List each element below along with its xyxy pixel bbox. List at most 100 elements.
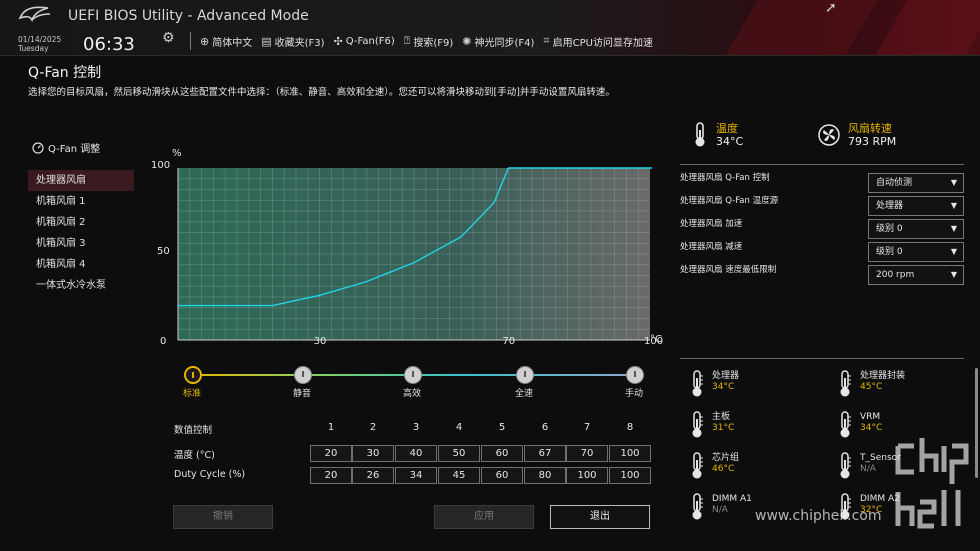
favorites-button[interactable]: ▤ 收藏夹(F3) xyxy=(261,33,324,49)
resizable-bar-button[interactable]: ⌗ 启用CPU访问显存加速 xyxy=(543,33,653,49)
duty-input[interactable]: 100 xyxy=(566,467,608,484)
sensor-name: DIMM A1 xyxy=(712,494,752,504)
setting-dropdown[interactable]: 级别 0 ▼ xyxy=(868,219,964,239)
column-header: 1 xyxy=(327,422,335,433)
qfan-button[interactable]: ✣ Q-Fan(F6) xyxy=(334,33,395,49)
thermometer-icon xyxy=(692,411,703,438)
divider xyxy=(190,32,191,50)
sensor-value: 46°C xyxy=(712,464,735,474)
sensor-value: N/A xyxy=(712,505,728,515)
temperature-value: 34°C xyxy=(716,135,744,148)
temp-row-label: 温度 (°C) xyxy=(174,450,215,461)
setting-label: 处理器风扇 减速 xyxy=(680,242,743,252)
thermometer-icon xyxy=(692,493,703,520)
preset-knob[interactable] xyxy=(184,366,202,384)
fan-curve-svg[interactable] xyxy=(150,148,670,358)
header-decoration xyxy=(866,0,980,55)
thermometer-icon xyxy=(695,122,705,147)
y-tick-label: 50 xyxy=(157,246,170,257)
temp-input[interactable]: 40 xyxy=(395,445,437,462)
duty-input[interactable]: 60 xyxy=(481,467,523,484)
temp-input[interactable]: 60 xyxy=(481,445,523,462)
table-header-label: 数值控制 xyxy=(174,425,213,436)
temp-input[interactable]: 100 xyxy=(609,445,651,462)
menu-label: 搜索(F9) xyxy=(413,37,454,49)
page-description: 选择您的目标风扇，然后移动滑块从这些配置文件中选择：（标准、静音、高效和全速）。… xyxy=(28,87,615,98)
chevron-down-icon: ▼ xyxy=(950,201,957,210)
duty-input[interactable]: 34 xyxy=(395,467,437,484)
preset-slider[interactable]: 标准 静音 高效 全速 手动 xyxy=(178,364,648,399)
exit-button[interactable]: 退出 xyxy=(550,505,650,529)
x-tick-label: 100 xyxy=(644,336,664,347)
menu-label: 收藏夹(F3) xyxy=(274,37,325,49)
preset-label[interactable]: 手动 xyxy=(625,386,643,399)
sensor-name: VRM xyxy=(860,412,881,422)
duty-input[interactable]: 26 xyxy=(352,467,394,484)
divider xyxy=(680,164,964,165)
top-bar: UEFI BIOS Utility - Advanced Mode 01/14/… xyxy=(0,0,980,56)
duty-input[interactable]: 20 xyxy=(310,467,352,484)
sensor-value: 31°C xyxy=(712,423,735,433)
undo-button[interactable]: 撤销 xyxy=(173,505,273,529)
aura-sync-button[interactable]: ✺ 神光同步(F4) xyxy=(462,33,534,49)
fan-item-aio-pump[interactable]: 一体式水冷水泵 xyxy=(28,275,134,296)
duty-input[interactable]: 100 xyxy=(609,467,651,484)
sensor-scrollbar[interactable] xyxy=(975,368,978,478)
setting-label: 处理器风扇 速度最低限制 xyxy=(680,265,777,275)
setting-dropdown[interactable]: 200 rpm ▼ xyxy=(868,265,964,285)
duty-input[interactable]: 80 xyxy=(524,467,566,484)
setting-dropdown[interactable]: 处理器 ▼ xyxy=(868,196,964,216)
watermark-text: www.chiphell.com xyxy=(755,508,882,524)
fan-item-chassis-2[interactable]: 机箱风扇 2 xyxy=(28,212,134,233)
column-header: 8 xyxy=(626,422,634,433)
search-button[interactable]: ⍰ 搜索(F9) xyxy=(404,33,454,49)
sensor-item: 主板 31°C xyxy=(690,411,734,439)
sensor-name: 芯片组 xyxy=(712,453,740,463)
temp-input[interactable]: 70 xyxy=(566,445,608,462)
fan-item-chassis-3[interactable]: 机箱风扇 3 xyxy=(28,233,134,254)
thermometer-icon xyxy=(692,452,703,479)
column-header: 2 xyxy=(369,422,377,433)
aura-icon: ✺ xyxy=(462,34,472,48)
temp-input[interactable]: 67 xyxy=(524,445,566,462)
temp-input[interactable]: 20 xyxy=(310,445,352,462)
y-axis-label: % xyxy=(172,148,182,159)
preset-knob[interactable] xyxy=(294,366,312,384)
preset-label[interactable]: 标准 xyxy=(183,386,201,399)
temp-input[interactable]: 50 xyxy=(438,445,480,462)
setting-dropdown[interactable]: 自动侦测 ▼ xyxy=(868,173,964,193)
sensor-name: 处理器 xyxy=(712,371,740,381)
preset-knob[interactable] xyxy=(626,366,644,384)
sensor-name: 处理器封装 xyxy=(860,371,906,381)
sensor-name: 主板 xyxy=(712,412,731,422)
apply-button[interactable]: 应用 xyxy=(434,505,534,529)
chevron-down-icon: ▼ xyxy=(950,224,957,233)
column-header: 3 xyxy=(412,422,420,433)
fan-item-cpu[interactable]: 处理器风扇 xyxy=(28,170,134,191)
date-text: 01/14/2025 xyxy=(18,35,62,44)
chevron-down-icon: ▼ xyxy=(950,247,957,256)
preset-label[interactable]: 全速 xyxy=(515,386,533,399)
sensor-value: 45°C xyxy=(860,382,883,392)
setting-dropdown[interactable]: 级别 0 ▼ xyxy=(868,242,964,262)
thermometer-icon xyxy=(840,452,851,479)
temp-input[interactable]: 30 xyxy=(352,445,394,462)
fan-curve-chart[interactable]: % °C 0 30 70 100 50 100 xyxy=(150,148,670,358)
preset-knob[interactable] xyxy=(404,366,422,384)
fan-item-chassis-1[interactable]: 机箱风扇 1 xyxy=(28,191,134,212)
preset-label[interactable]: 高效 xyxy=(403,386,421,399)
sensor-item: 处理器 34°C xyxy=(690,370,739,398)
fan-item-chassis-4[interactable]: 机箱风扇 4 xyxy=(28,254,134,275)
thermometer-icon xyxy=(692,370,703,397)
preset-label[interactable]: 静音 xyxy=(293,386,311,399)
app-title: UEFI BIOS Utility - Advanced Mode xyxy=(68,8,309,24)
duty-input[interactable]: 45 xyxy=(438,467,480,484)
x-tick-label: 30 xyxy=(313,336,327,347)
sensor-value: 34°C xyxy=(860,423,883,433)
language-button[interactable]: ⊕ 简体中文 xyxy=(200,33,252,49)
fan-icon: ✣ xyxy=(333,34,343,48)
preset-knob[interactable] xyxy=(516,366,534,384)
gear-icon[interactable]: ⚙ xyxy=(162,30,175,46)
qfan-tuning-heading[interactable]: Q-Fan 调整 xyxy=(32,140,100,155)
header-decoration xyxy=(716,0,884,55)
